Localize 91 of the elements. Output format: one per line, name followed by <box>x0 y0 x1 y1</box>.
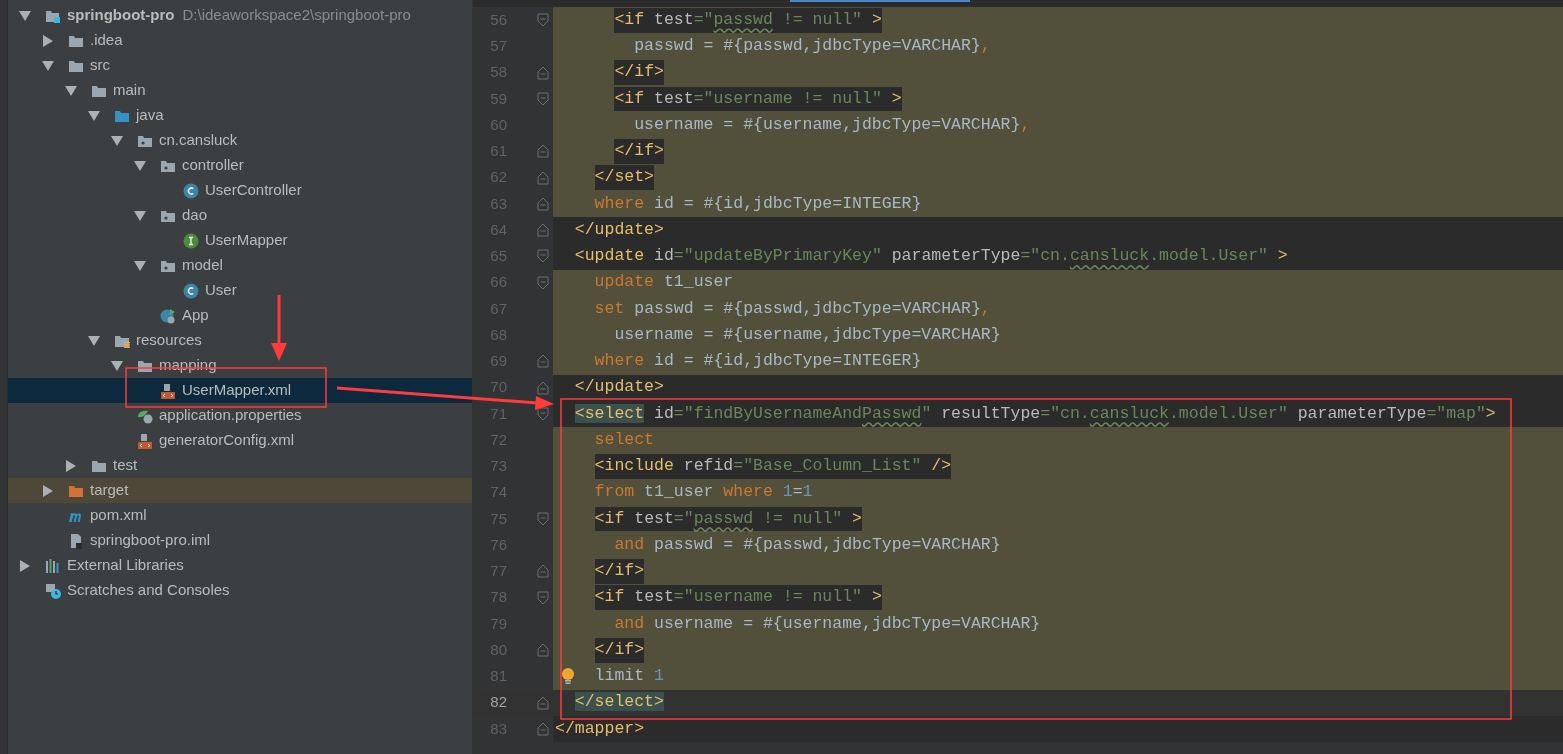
file-icon <box>68 532 84 549</box>
tree-item-label: UserMapper.xml <box>182 380 292 401</box>
spring-app-icon <box>160 307 176 324</box>
tree-item[interactable]: UserMapper <box>8 228 472 253</box>
expanded-arrow-icon[interactable] <box>111 135 123 146</box>
tree-item[interactable]: pom.xml <box>8 503 472 528</box>
fold-marker-icon[interactable] <box>537 511 549 526</box>
class-icon <box>183 182 199 199</box>
tree-item[interactable]: springboot-pro.iml <box>8 528 472 553</box>
tree-item[interactable]: java <box>8 103 472 128</box>
fold-marker-icon[interactable] <box>537 643 549 658</box>
expanded-arrow-icon[interactable] <box>134 210 146 221</box>
expanded-arrow-icon[interactable] <box>88 335 100 346</box>
expanded-arrow-icon[interactable] <box>19 10 31 21</box>
lightbulb-icon[interactable] <box>561 668 575 686</box>
tree-item[interactable]: controller <box>8 153 472 178</box>
fold-marker-icon[interactable] <box>537 13 549 28</box>
tree-item[interactable]: resources <box>8 328 472 353</box>
tree-item[interactable]: UserController <box>8 178 472 203</box>
expanded-arrow-icon[interactable] <box>134 260 146 271</box>
fold-marker-icon[interactable] <box>537 354 549 369</box>
xml-file-icon <box>137 432 153 449</box>
expanded-arrow-icon[interactable] <box>111 360 123 371</box>
interface-icon <box>183 232 199 249</box>
fold-marker-icon[interactable] <box>537 564 549 579</box>
fold-marker-icon[interactable] <box>537 144 549 159</box>
tree-item-label: .idea <box>90 30 123 51</box>
tree-item-label: controller <box>182 155 244 176</box>
fold-marker-icon[interactable] <box>537 275 549 290</box>
tree-item-label: target <box>90 480 129 501</box>
tree-item[interactable]: User <box>8 278 472 303</box>
class-icon <box>183 282 199 299</box>
tree-item[interactable]: target <box>8 478 472 503</box>
tree-item-label: UserMapper <box>205 230 288 251</box>
expanded-arrow-icon[interactable] <box>88 110 100 121</box>
tree-item-label: Scratches and Consoles <box>67 580 230 601</box>
tree-item[interactable]: cn.cansluck <box>8 128 472 153</box>
fold-marker-icon[interactable] <box>537 196 549 211</box>
tree-item[interactable]: main <box>8 78 472 103</box>
collapsed-arrow-icon[interactable] <box>20 559 30 572</box>
tree-item[interactable]: Scratches and Consoles <box>8 578 472 603</box>
tree-item-label: test <box>113 455 138 476</box>
fold-marker-icon[interactable] <box>537 590 549 605</box>
tree-item[interactable]: model <box>8 253 472 278</box>
fold-marker-icon[interactable] <box>537 170 549 185</box>
tree-item-label: dao <box>182 205 208 226</box>
tree-item-label: External Libraries <box>67 555 184 576</box>
tree-item[interactable]: src <box>8 53 472 78</box>
tree-item[interactable]: .idea <box>8 28 472 53</box>
project-path: D:\ideaworkspace2\springboot-pro <box>182 5 411 26</box>
fold-marker-icon[interactable] <box>537 721 549 736</box>
tree-item-label: java <box>136 105 164 126</box>
tree-item-label: src <box>90 55 110 76</box>
fold-marker-icon[interactable] <box>537 380 549 395</box>
tree-item-label: application.properties <box>159 405 302 426</box>
tree-item-label: cn.cansluck <box>159 130 238 151</box>
tree-item[interactable]: External Libraries <box>8 553 472 578</box>
fold-marker-icon[interactable] <box>537 65 549 80</box>
tree-item[interactable]: UserMapper.xml <box>8 378 472 403</box>
tree-item-label: generatorConfig.xml <box>159 430 295 451</box>
expanded-arrow-icon[interactable] <box>134 160 146 171</box>
tree-item-label: resources <box>136 330 202 351</box>
expanded-arrow-icon[interactable] <box>65 85 77 96</box>
tree-item[interactable]: generatorConfig.xml <box>8 428 472 453</box>
tree-item-label: User <box>205 280 237 301</box>
tree-item[interactable]: springboot-pro D:\ideaworkspace2\springboot-pro <box>8 3 472 28</box>
fold-marker-icon[interactable] <box>537 249 549 264</box>
collapsed-arrow-icon[interactable] <box>43 34 53 47</box>
tree-item-label: model <box>182 255 223 276</box>
tree-item-label: UserController <box>205 180 302 201</box>
expanded-arrow-icon[interactable] <box>42 60 54 71</box>
tree-item-label: springboot-pro <box>67 5 175 26</box>
fold-marker-icon[interactable] <box>537 695 549 710</box>
scratches-icon <box>45 582 61 599</box>
collapsed-arrow-icon[interactable] <box>66 459 76 472</box>
tree-item[interactable]: dao <box>8 203 472 228</box>
libraries-icon <box>45 557 61 574</box>
fold-marker-icon[interactable] <box>537 406 549 421</box>
fold-marker-icon[interactable] <box>537 223 549 238</box>
tree-item-label: pom.xml <box>90 505 147 526</box>
tree-item[interactable]: test <box>8 453 472 478</box>
xml-file-icon <box>160 382 176 399</box>
fold-marker-icon[interactable] <box>537 91 549 106</box>
line-number: 82 <box>489 692 507 713</box>
tree-item[interactable]: App <box>8 303 472 328</box>
tree-item-label: App <box>182 305 209 326</box>
tree-item[interactable]: application.properties <box>8 403 472 428</box>
annotation-arrow <box>271 295 287 361</box>
tree-item-label: springboot-pro.iml <box>90 530 211 551</box>
tree-item-label: main <box>113 80 146 101</box>
collapsed-arrow-icon[interactable] <box>43 484 53 497</box>
